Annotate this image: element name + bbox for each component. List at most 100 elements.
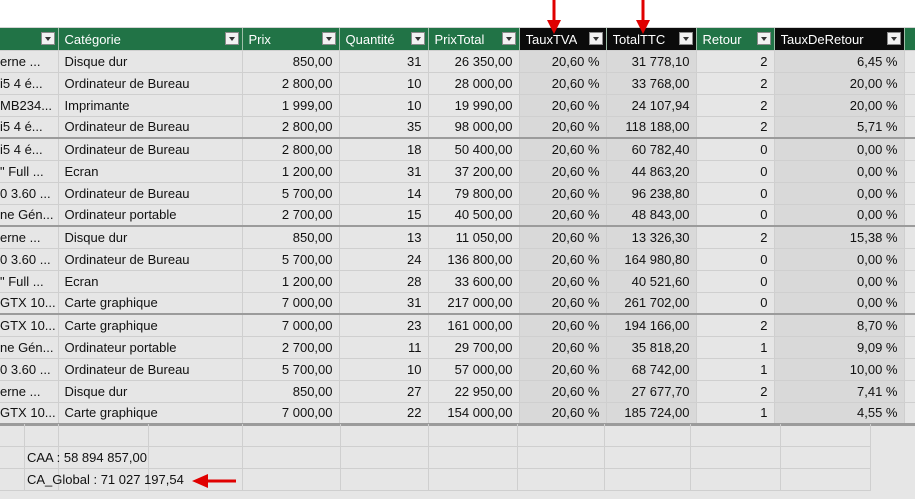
table-cell[interactable]: 2 700,00 xyxy=(242,204,340,227)
table-cell[interactable]: 0,00 % xyxy=(774,204,905,227)
table-cell[interactable]: 10 xyxy=(339,72,429,95)
table-cell[interactable]: 20,60 % xyxy=(519,204,607,227)
table-cell[interactable]: 50 400,00 xyxy=(428,137,520,161)
table-cell[interactable]: 0 xyxy=(696,270,775,293)
table-cell[interactable]: 33 600,00 xyxy=(428,270,520,293)
table-cell[interactable]: 850,00 xyxy=(242,50,340,73)
table-cell[interactable] xyxy=(904,270,915,293)
table-cell[interactable]: 24 xyxy=(339,248,429,271)
table-cell[interactable]: 96 238,80 xyxy=(606,182,697,205)
table-cell[interactable]: 5 700,00 xyxy=(242,358,340,381)
table-cell[interactable]: 27 xyxy=(339,380,429,403)
table-cell[interactable]: 20,60 % xyxy=(519,358,607,381)
table-cell[interactable]: " Full ... xyxy=(0,270,59,293)
table-cell[interactable]: Ordinateur portable xyxy=(58,336,243,359)
table-cell[interactable]: GTX 10... xyxy=(0,313,59,337)
table-cell[interactable]: 44 863,20 xyxy=(606,160,697,183)
table-cell[interactable]: 0 xyxy=(696,248,775,271)
table-cell[interactable]: 13 326,30 xyxy=(606,225,697,249)
table-cell[interactable]: 40 521,60 xyxy=(606,270,697,293)
table-cell[interactable]: Carte graphique xyxy=(58,313,243,337)
table-cell[interactable]: 20,60 % xyxy=(519,336,607,359)
table-cell[interactable]: 57 000,00 xyxy=(428,358,520,381)
table-cell[interactable]: Ecran xyxy=(58,160,243,183)
table-cell[interactable]: 850,00 xyxy=(242,225,340,249)
table-cell[interactable]: i5 4 é... xyxy=(0,116,59,139)
table-cell[interactable]: 0 3.60 ... xyxy=(0,248,59,271)
table-cell[interactable]: 194 166,00 xyxy=(606,313,697,337)
table-cell[interactable] xyxy=(904,160,915,183)
table-cell[interactable] xyxy=(904,137,915,161)
table-cell[interactable]: 1 xyxy=(696,336,775,359)
column-header-4[interactable]: PrixTotal xyxy=(428,28,520,51)
table-cell[interactable]: 217 000,00 xyxy=(428,292,520,315)
table-cell[interactable] xyxy=(904,248,915,271)
table-cell[interactable] xyxy=(904,402,915,426)
column-header-8[interactable]: TauxDeRetour xyxy=(774,28,905,51)
table-cell[interactable]: Carte graphique xyxy=(58,292,243,315)
table-cell[interactable]: 2 xyxy=(696,116,775,139)
table-cell[interactable]: 10,00 % xyxy=(774,358,905,381)
table-cell[interactable]: 0 xyxy=(696,292,775,315)
table-cell[interactable]: Ecran xyxy=(58,270,243,293)
table-cell[interactable] xyxy=(904,358,915,381)
table-cell[interactable]: 2 800,00 xyxy=(242,137,340,161)
table-cell[interactable]: 31 xyxy=(339,50,429,73)
column-header-9[interactable]: A xyxy=(904,28,915,51)
filter-dropdown-icon[interactable] xyxy=(224,32,239,45)
table-cell[interactable]: 22 950,00 xyxy=(428,380,520,403)
table-cell[interactable]: 28 xyxy=(339,270,429,293)
table-cell[interactable]: 22 xyxy=(339,402,429,426)
table-cell[interactable]: 14 xyxy=(339,182,429,205)
table-cell[interactable]: 20,60 % xyxy=(519,292,607,315)
filter-dropdown-icon[interactable] xyxy=(886,32,901,45)
table-cell[interactable]: 15,38 % xyxy=(774,225,905,249)
table-cell[interactable] xyxy=(904,50,915,73)
table-cell[interactable]: erne ... xyxy=(0,225,59,249)
table-cell[interactable]: 2 xyxy=(696,50,775,73)
table-cell[interactable]: 2 700,00 xyxy=(242,336,340,359)
table-cell[interactable]: Ordinateur de Bureau xyxy=(58,116,243,139)
table-cell[interactable]: 20,60 % xyxy=(519,50,607,73)
table-cell[interactable]: 27 677,70 xyxy=(606,380,697,403)
table-cell[interactable]: erne ... xyxy=(0,50,59,73)
table-cell[interactable]: 0 xyxy=(696,204,775,227)
table-cell[interactable]: Ordinateur portable xyxy=(58,204,243,227)
table-cell[interactable]: 0,00 % xyxy=(774,270,905,293)
table-cell[interactable]: 0,00 % xyxy=(774,160,905,183)
table-cell[interactable]: 7 000,00 xyxy=(242,292,340,315)
table-cell[interactable]: 0,00 % xyxy=(774,137,905,161)
table-cell[interactable]: 11 xyxy=(339,336,429,359)
table-cell[interactable]: 20,00 % xyxy=(774,94,905,117)
filter-dropdown-icon[interactable] xyxy=(321,32,336,45)
filter-dropdown-icon[interactable] xyxy=(588,32,603,45)
table-cell[interactable]: 1 200,00 xyxy=(242,270,340,293)
table-cell[interactable]: 26 350,00 xyxy=(428,50,520,73)
table-cell[interactable]: 31 xyxy=(339,160,429,183)
table-cell[interactable]: 0,00 % xyxy=(774,182,905,205)
table-cell[interactable]: 2 xyxy=(696,94,775,117)
filter-dropdown-icon[interactable] xyxy=(40,32,55,45)
column-header-2[interactable]: Prix xyxy=(242,28,340,51)
table-cell[interactable]: 5 700,00 xyxy=(242,182,340,205)
table-cell[interactable]: 31 778,10 xyxy=(606,50,697,73)
table-cell[interactable]: 10 xyxy=(339,94,429,117)
table-cell[interactable]: ne Gén... xyxy=(0,336,59,359)
table-cell[interactable]: Ordinateur de Bureau xyxy=(58,72,243,95)
table-cell[interactable]: i5 4 é... xyxy=(0,72,59,95)
table-cell[interactable]: " Full ... xyxy=(0,160,59,183)
filter-dropdown-icon[interactable] xyxy=(756,32,771,45)
table-cell[interactable]: 2 xyxy=(696,225,775,249)
table-cell[interactable]: 20,00 % xyxy=(774,72,905,95)
table-cell[interactable]: 0 xyxy=(696,160,775,183)
table-cell[interactable] xyxy=(904,72,915,95)
table-cell[interactable]: Ordinateur de Bureau xyxy=(58,248,243,271)
table-cell[interactable]: 0 xyxy=(696,182,775,205)
table-cell[interactable]: 261 702,00 xyxy=(606,292,697,315)
table-cell[interactable]: 48 843,00 xyxy=(606,204,697,227)
table-cell[interactable] xyxy=(904,225,915,249)
table-cell[interactable]: 35 xyxy=(339,116,429,139)
table-cell[interactable]: 1 200,00 xyxy=(242,160,340,183)
table-cell[interactable]: 20,60 % xyxy=(519,116,607,139)
table-cell[interactable]: 136 800,00 xyxy=(428,248,520,271)
